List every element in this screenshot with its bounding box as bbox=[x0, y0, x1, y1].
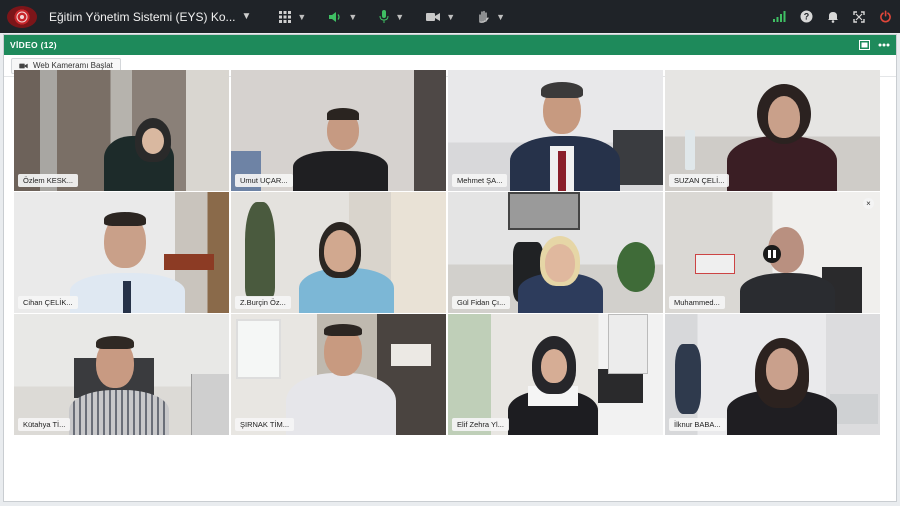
video-tile[interactable]: Cihan ÇELİK... bbox=[14, 192, 229, 313]
panel-title: VİDEO (12) bbox=[10, 40, 57, 50]
participant-name: Mehmet ŞA... bbox=[452, 174, 508, 187]
participant-name: Z.Burçin Öz... bbox=[235, 296, 291, 309]
power-icon[interactable] bbox=[879, 10, 892, 23]
participant-name: Elif Zehra Yl... bbox=[452, 418, 509, 431]
raise-hand-icon bbox=[479, 10, 489, 23]
microphone-menu[interactable]: ▼ bbox=[379, 10, 404, 23]
participant-name: Kütahya Tİ... bbox=[18, 418, 71, 431]
speaker-menu[interactable]: ▼ bbox=[328, 11, 357, 23]
chevron-down-icon: ▼ bbox=[395, 11, 405, 22]
participant-name: İlknur BABA... bbox=[669, 418, 726, 431]
camera-icon bbox=[19, 63, 28, 68]
chevron-down-icon: ▼ bbox=[446, 11, 456, 22]
video-tile[interactable]: Gül Fidan Çı... bbox=[448, 192, 663, 313]
raise-hand-menu[interactable]: ▼ bbox=[477, 10, 505, 23]
camera-menu[interactable]: ▼ bbox=[426, 12, 455, 22]
meeting-title[interactable]: Eğitim Yönetim Sistemi (EYS) Ko... bbox=[49, 10, 236, 24]
maximize-icon[interactable] bbox=[859, 40, 870, 50]
help-icon[interactable]: ? bbox=[800, 10, 813, 23]
video-tile[interactable]: Özlem KESK... bbox=[14, 70, 229, 191]
participant-name: Muhammed... bbox=[669, 296, 725, 309]
video-tile[interactable]: × Muhammed... bbox=[665, 192, 880, 313]
bell-icon[interactable] bbox=[827, 10, 839, 23]
video-tile[interactable]: Kütahya Tİ... bbox=[14, 314, 229, 435]
chevron-down-icon: ▼ bbox=[496, 11, 506, 22]
participant-name: Umut UÇAR... bbox=[235, 174, 293, 187]
video-tile[interactable]: Mehmet ŞA... bbox=[448, 70, 663, 191]
start-webcam-label: Web Kameramı Başlat bbox=[33, 61, 113, 70]
speaker-icon bbox=[329, 11, 340, 22]
panel-header: VİDEO (12) bbox=[4, 35, 896, 55]
video-tile[interactable]: ŞIRNAK TİM... bbox=[231, 314, 446, 435]
svg-text:?: ? bbox=[804, 12, 810, 22]
fullscreen-icon[interactable] bbox=[853, 10, 865, 23]
participant-name: ŞIRNAK TİM... bbox=[235, 418, 295, 431]
close-icon[interactable]: × bbox=[863, 198, 874, 209]
grid-icon bbox=[279, 10, 292, 23]
participant-name: Özlem KESK... bbox=[18, 174, 79, 187]
pause-icon[interactable] bbox=[763, 245, 781, 263]
top-bar: Eğitim Yönetim Sistemi (EYS) Ko... ▼ ▼ ▼… bbox=[0, 0, 900, 33]
more-options-icon[interactable] bbox=[878, 43, 890, 47]
video-tile[interactable]: Z.Burçin Öz... bbox=[231, 192, 446, 313]
chevron-down-icon: ▼ bbox=[297, 11, 307, 22]
microphone-icon bbox=[379, 10, 389, 23]
video-tile[interactable]: SUZAN ÇELİ... bbox=[665, 70, 880, 191]
participant-name: SUZAN ÇELİ... bbox=[669, 174, 730, 187]
ministry-logo bbox=[7, 5, 37, 28]
signal-icon[interactable] bbox=[773, 11, 786, 22]
participant-name: Gül Fidan Çı... bbox=[452, 296, 511, 309]
chevron-down-icon[interactable]: ▼ bbox=[242, 11, 252, 22]
video-tile[interactable]: Umut UÇAR... bbox=[231, 70, 446, 191]
layout-menu[interactable]: ▼ bbox=[279, 10, 307, 23]
chevron-down-icon: ▼ bbox=[348, 11, 358, 22]
camera-icon bbox=[426, 12, 441, 21]
video-grid: Özlem KESK... Umut UÇAR... Mehmet ŞA... … bbox=[14, 70, 880, 435]
participant-name: Cihan ÇELİK... bbox=[18, 296, 78, 309]
video-tile[interactable]: Elif Zehra Yl... bbox=[448, 314, 663, 435]
video-tile[interactable]: İlknur BABA... bbox=[665, 314, 880, 435]
